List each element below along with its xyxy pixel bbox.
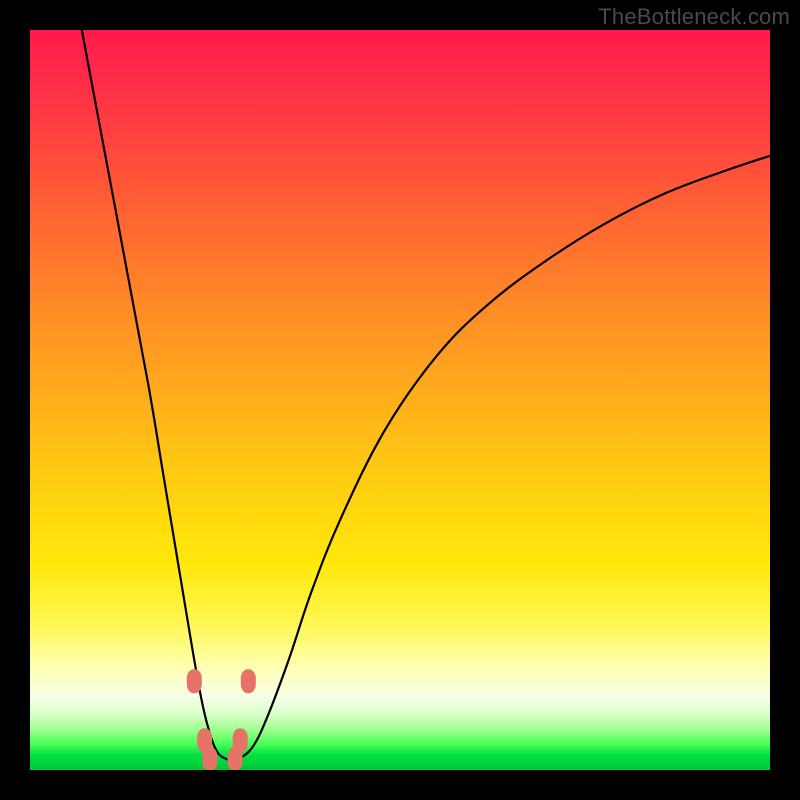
curve-layer: [30, 30, 770, 770]
chart-frame: TheBottleneck.com: [0, 0, 800, 800]
curve-marker: [202, 747, 217, 770]
bottleneck-curve: [82, 30, 770, 760]
curve-marker: [187, 669, 202, 693]
curve-marker: [228, 747, 243, 770]
curve-marker: [241, 669, 256, 693]
plot-area: [30, 30, 770, 770]
watermark-text: TheBottleneck.com: [598, 4, 790, 30]
